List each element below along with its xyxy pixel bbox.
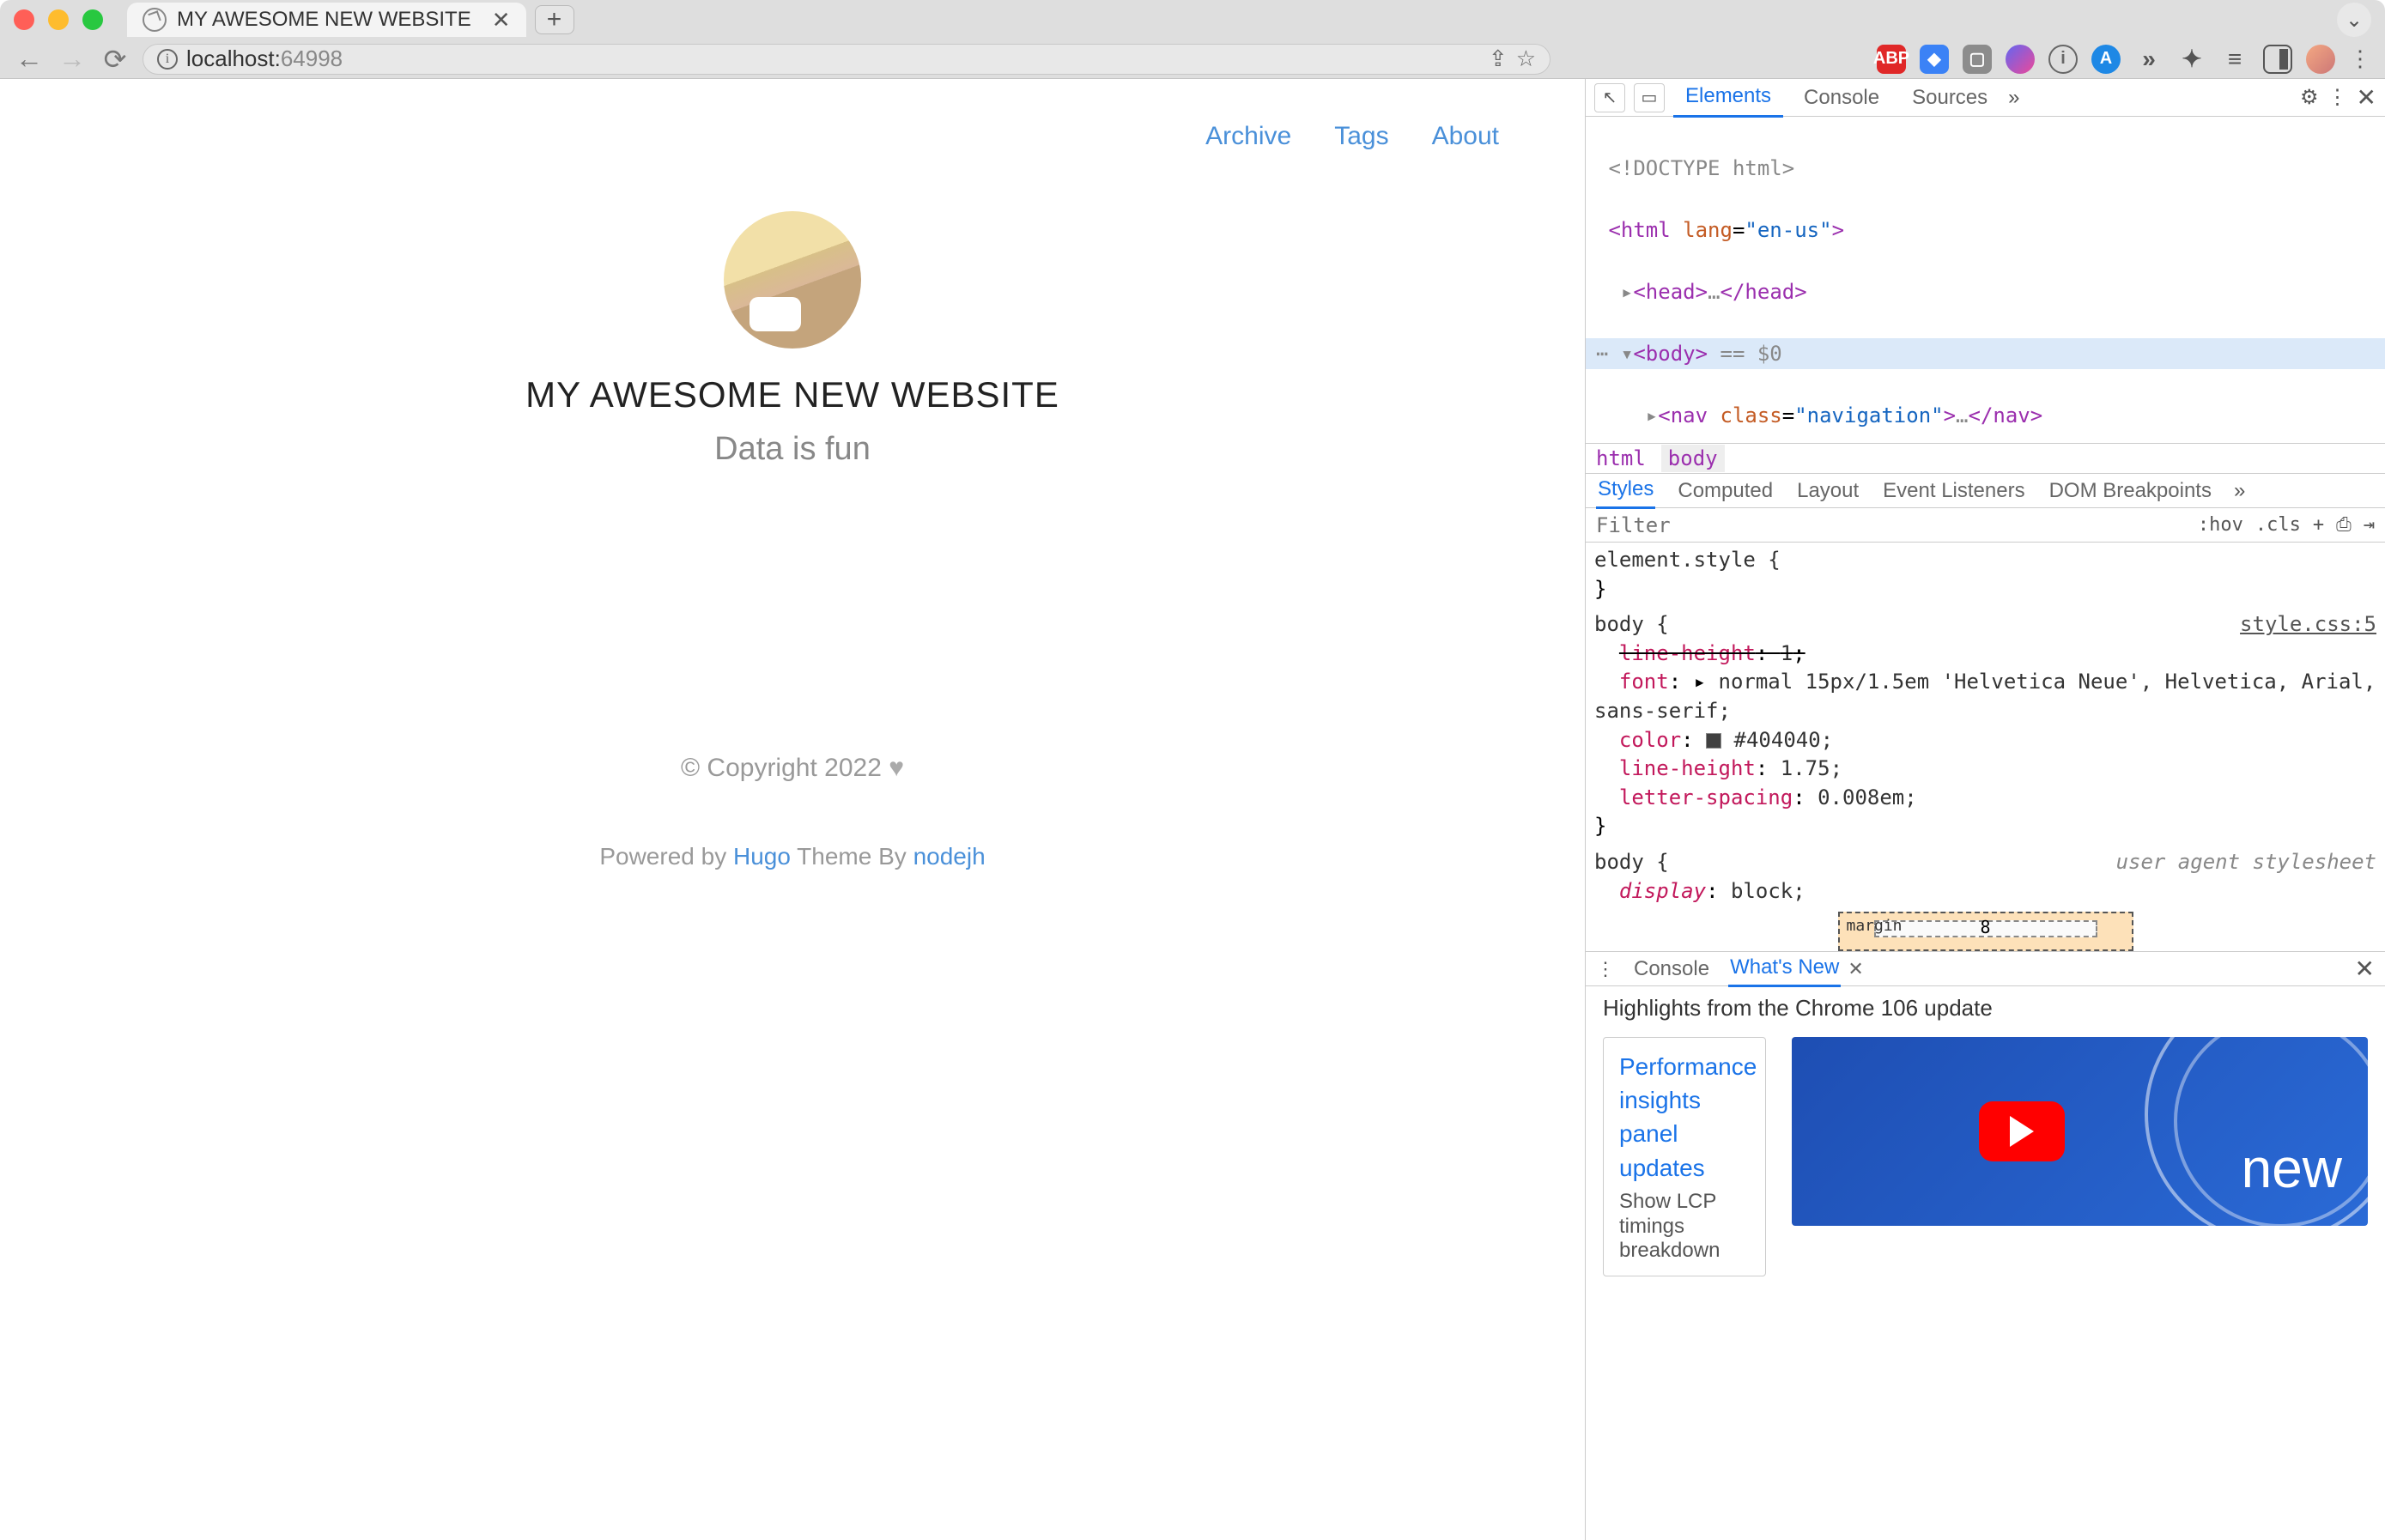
- drawer-heading: Highlights from the Chrome 106 update: [1603, 995, 2368, 1022]
- drawer-tab-whatsnew[interactable]: What's New: [1728, 950, 1841, 987]
- share-icon[interactable]: ⇪: [1489, 45, 1508, 72]
- card-subtitle: Show LCP timings breakdown: [1619, 1190, 1750, 1264]
- maximize-window-button[interactable]: [82, 9, 103, 30]
- device-toolbar-icon[interactable]: ▭: [1634, 83, 1665, 112]
- page-title: MY AWESOME NEW WEBSITE: [525, 374, 1059, 415]
- dom-tree[interactable]: <!DOCTYPE html> <html lang="en-us"> ▸<he…: [1586, 117, 2385, 443]
- browser-menu-button[interactable]: ⋮: [2349, 45, 2371, 72]
- extension-icon[interactable]: A: [2091, 45, 2121, 74]
- content-area: Archive Tags About MY AWESOME NEW WEBSIT…: [0, 79, 2385, 1540]
- devtools-close-icon[interactable]: ✕: [2357, 83, 2376, 112]
- tab-console[interactable]: Console: [1792, 79, 1891, 117]
- new-style-rule-icon[interactable]: +: [2313, 514, 2324, 536]
- side-panel-icon[interactable]: [2263, 45, 2292, 74]
- overflow-extensions-icon[interactable]: »: [2134, 45, 2163, 74]
- cls-toggle[interactable]: .cls: [2255, 514, 2301, 536]
- reload-button[interactable]: ⟳: [100, 43, 130, 76]
- heart-icon: ♥: [889, 754, 904, 782]
- tab-layout[interactable]: Layout: [1795, 474, 1860, 508]
- reading-list-icon[interactable]: ≡: [2220, 45, 2249, 74]
- inspect-element-icon[interactable]: ↖: [1594, 83, 1625, 112]
- back-button[interactable]: ←: [14, 43, 45, 75]
- extension-icon[interactable]: ◆: [1920, 45, 1949, 74]
- source-link[interactable]: style.css:5: [2240, 610, 2376, 640]
- print-styles-icon[interactable]: ⎙: [2336, 514, 2352, 536]
- more-styles-tabs-icon[interactable]: »: [2234, 479, 2245, 503]
- site-info-icon[interactable]: i: [157, 49, 178, 70]
- page-footer: © Copyright 2022 ♥ Powered by Hugo Theme…: [69, 599, 1516, 1497]
- profile-avatar[interactable]: [2306, 45, 2335, 74]
- tab-styles[interactable]: Styles: [1596, 472, 1655, 509]
- styles-filter-row: :hov .cls + ⎙ ⇥: [1586, 508, 2385, 543]
- devtools-panel: ↖ ▭ Elements Console Sources » ⚙ ⋮ ✕ <!D…: [1585, 79, 2385, 1540]
- devtools-drawer: ⋮ Console What's New ✕ ✕ Highlights from…: [1586, 951, 2385, 1540]
- extension-icon[interactable]: [2006, 45, 2035, 74]
- tab-event-listeners[interactable]: Event Listeners: [1881, 474, 2026, 508]
- nav-link-about[interactable]: About: [1432, 122, 1499, 151]
- extension-icon[interactable]: ▢: [1963, 45, 1992, 74]
- card-title: Performance insights panel updates: [1619, 1050, 1750, 1185]
- drawer-body: Highlights from the Chrome 106 update Pe…: [1586, 986, 2385, 1540]
- browser-window: MY AWESOME NEW WEBSITE ✕ + ⌄ ← → ⟳ i loc…: [0, 0, 2385, 1540]
- page-subtitle: Data is fun: [714, 431, 871, 468]
- devtools-menu-icon[interactable]: ⋮: [2327, 85, 2348, 110]
- close-tab-button[interactable]: ✕: [492, 7, 511, 33]
- hov-toggle[interactable]: :hov: [2198, 514, 2243, 536]
- breadcrumb-body[interactable]: body: [1661, 445, 1725, 472]
- close-drawer-icon[interactable]: ✕: [2355, 955, 2375, 983]
- tab-dom-breakpoints[interactable]: DOM Breakpoints: [2048, 474, 2213, 508]
- dom-breadcrumb: html body: [1586, 443, 2385, 474]
- video-label: new: [2242, 1137, 2342, 1200]
- dom-selected-node[interactable]: ▾<body> == $0: [1586, 338, 2385, 369]
- page-navigation: Archive Tags About: [69, 122, 1516, 177]
- page-hero: MY AWESOME NEW WEBSITE Data is fun: [69, 211, 1516, 468]
- url-bar[interactable]: i localhost:64998 ⇪ ☆: [143, 44, 1551, 75]
- styles-filter-input[interactable]: [1596, 513, 2186, 537]
- styles-tabbar: Styles Computed Layout Event Listeners D…: [1586, 474, 2385, 508]
- copyright-text: © Copyright 2022 ♥: [681, 754, 904, 783]
- page-viewport: Archive Tags About MY AWESOME NEW WEBSIT…: [0, 79, 1585, 1540]
- color-swatch-icon[interactable]: [1706, 733, 1721, 749]
- tabs-dropdown-button[interactable]: ⌄: [2337, 3, 2371, 37]
- whatsnew-video-thumbnail[interactable]: new: [1792, 1037, 2368, 1226]
- site-avatar-image: [724, 211, 861, 349]
- tab-elements[interactable]: Elements: [1673, 79, 1783, 118]
- computed-panel-icon[interactable]: ⇥: [2364, 514, 2375, 536]
- tab-title: MY AWESOME NEW WEBSITE: [177, 8, 471, 32]
- powered-by-text: Powered by Hugo Theme By nodejh: [599, 843, 985, 870]
- extensions-menu-icon[interactable]: ✦: [2177, 45, 2206, 74]
- bookmark-star-icon[interactable]: ☆: [1516, 45, 1536, 72]
- extension-icons: ABP ◆ ▢ i A » ✦ ≡ ⋮: [1877, 45, 2371, 74]
- adblock-extension-icon[interactable]: ABP: [1877, 45, 1906, 74]
- nav-link-tags[interactable]: Tags: [1334, 122, 1388, 151]
- breadcrumb-html[interactable]: html: [1596, 446, 1646, 470]
- play-icon: [1979, 1101, 2065, 1161]
- box-model-diagram: 8: [1586, 903, 2385, 951]
- close-whatsnew-tab-icon[interactable]: ✕: [1848, 958, 1863, 980]
- devtools-tabbar: ↖ ▭ Elements Console Sources » ⚙ ⋮ ✕: [1586, 79, 2385, 117]
- toolbar: ← → ⟳ i localhost:64998 ⇪ ☆ ABP ◆ ▢ i A …: [0, 39, 2385, 79]
- author-link[interactable]: nodejh: [913, 843, 986, 870]
- new-tab-button[interactable]: +: [535, 5, 574, 34]
- whatsnew-card[interactable]: Performance insights panel updates Show …: [1603, 1037, 1766, 1276]
- titlebar: MY AWESOME NEW WEBSITE ✕ + ⌄: [0, 0, 2385, 39]
- minimize-window-button[interactable]: [48, 9, 69, 30]
- extension-icon[interactable]: i: [2048, 45, 2078, 74]
- styles-rules[interactable]: element.style { } body {style.css:5 line…: [1586, 543, 2385, 903]
- tab-sources[interactable]: Sources: [1900, 79, 2000, 117]
- devtools-settings-icon[interactable]: ⚙: [2300, 85, 2319, 110]
- more-tabs-icon[interactable]: »: [2008, 86, 2019, 110]
- traffic-lights: [14, 9, 103, 30]
- favicon-icon: [143, 8, 167, 32]
- url-text: localhost:64998: [186, 45, 343, 72]
- tab-computed[interactable]: Computed: [1676, 474, 1775, 508]
- drawer-tab-console[interactable]: Console: [1632, 952, 1711, 986]
- browser-tab[interactable]: MY AWESOME NEW WEBSITE ✕: [127, 3, 526, 37]
- drawer-tabbar: ⋮ Console What's New ✕ ✕: [1586, 952, 2385, 986]
- drawer-menu-icon[interactable]: ⋮: [1596, 958, 1615, 980]
- forward-button[interactable]: →: [57, 43, 88, 75]
- close-window-button[interactable]: [14, 9, 34, 30]
- hugo-link[interactable]: Hugo: [733, 843, 791, 870]
- nav-link-archive[interactable]: Archive: [1205, 122, 1291, 151]
